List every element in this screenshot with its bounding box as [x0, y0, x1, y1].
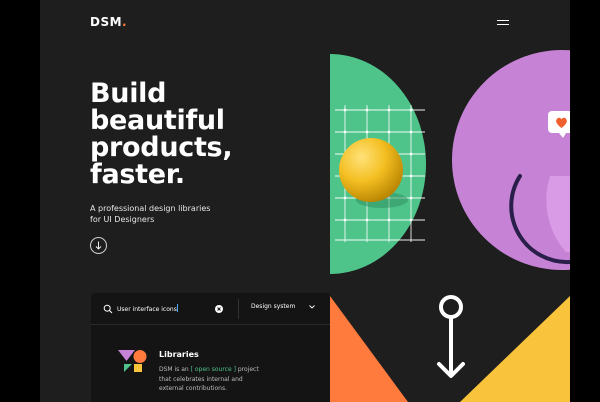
libraries-shapes-icon	[118, 350, 147, 372]
open-source-link[interactable]: [ open source ]	[191, 366, 236, 373]
search-input[interactable]	[117, 302, 212, 316]
hero-panel: DSM. Build beautiful products, faster. A…	[40, 0, 330, 402]
search-icon	[103, 304, 113, 314]
chevron-down-icon	[309, 304, 316, 309]
menu-icon-bar	[497, 20, 509, 21]
scroll-down-button[interactable]	[90, 237, 107, 254]
close-icon	[217, 307, 221, 311]
brand-name: DSM	[90, 15, 123, 29]
category-select[interactable]: Design system	[251, 303, 316, 310]
yellow-triangle-shape	[460, 296, 570, 402]
arrow-pin-shape	[437, 295, 465, 378]
menu-icon[interactable]	[497, 20, 509, 28]
libraries-description: DSM is an [ open source ] project that c…	[159, 365, 269, 394]
search-card: Design system Libraries DSM is an [ open…	[91, 293, 330, 402]
libraries-desc-prefix: DSM is an	[159, 366, 189, 373]
menu-icon-bar	[497, 24, 509, 25]
landing-page: DSM. Build beautiful products, faster. A…	[40, 0, 570, 402]
text-caret	[177, 304, 178, 312]
search-bar: Design system	[91, 293, 330, 325]
category-select-value: Design system	[251, 303, 296, 310]
brand-logo[interactable]: DSM.	[90, 15, 127, 29]
hero-illustration	[330, 50, 570, 402]
hero-title: Build beautiful products, faster.	[90, 78, 233, 190]
search-divider	[238, 299, 239, 319]
hero-subtitle: A professional design libraries for UI D…	[90, 204, 211, 224]
arrow-down-icon	[95, 241, 102, 250]
clear-search-button[interactable]	[215, 305, 223, 313]
yellow-ball-shape	[339, 138, 403, 202]
brand-dot: .	[122, 15, 128, 29]
orange-triangle-shape	[330, 296, 408, 402]
libraries-title: Libraries	[159, 350, 199, 359]
